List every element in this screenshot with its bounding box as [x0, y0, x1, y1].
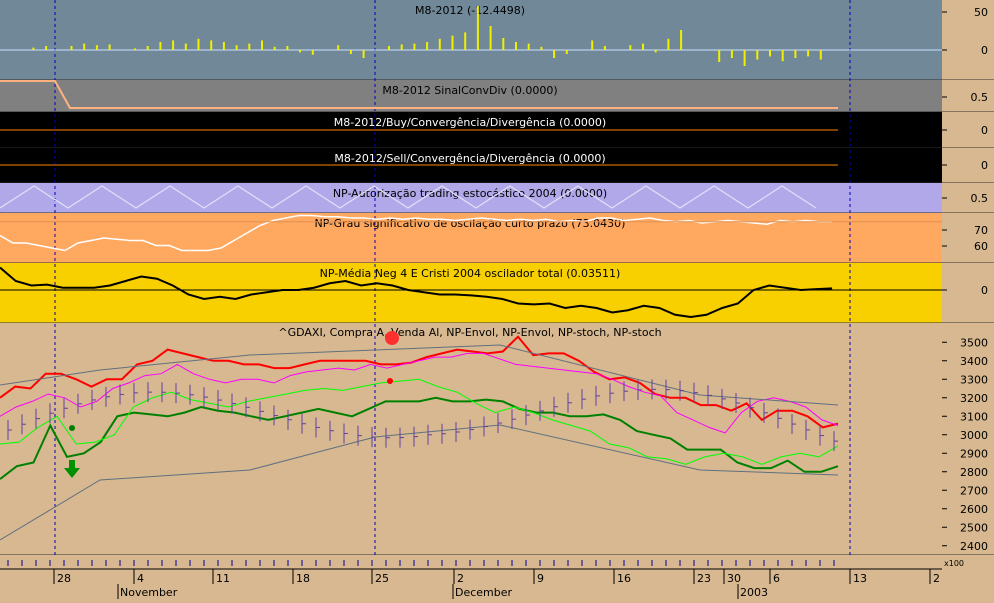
- axis-bg-grau: [942, 213, 994, 263]
- y-tick-label: 3000: [960, 429, 988, 442]
- x-day-label: 28: [57, 572, 71, 585]
- y-tick-label: 50: [974, 6, 988, 19]
- y-tick-label: 2800: [960, 466, 988, 479]
- y-tick-label: 3300: [960, 373, 988, 386]
- scale-note: x100: [944, 559, 964, 568]
- y-tick-label: 2400: [960, 540, 988, 553]
- y-tick-label: 0: [981, 124, 988, 137]
- y-tick-label: 0.5: [971, 91, 989, 104]
- panel-title-sinal: M8-2012 SinalConvDiv (0.0000): [382, 84, 557, 97]
- y-tick-label: 3200: [960, 392, 988, 405]
- x-day-label: 6: [773, 572, 780, 585]
- y-tick-label: 60: [974, 240, 988, 253]
- sell-dot-icon: [387, 378, 393, 384]
- y-tick-label: 2700: [960, 484, 988, 497]
- chart-svg: M8-2012 (-12.4498) M8-2012 SinalConvDiv (…: [0, 0, 994, 599]
- panel-title-media: NP-Média Neg 4 E Cristi 2004 oscilador t…: [320, 267, 621, 280]
- buy-dot-icon: [69, 425, 75, 431]
- x-day-label: 13: [853, 572, 867, 585]
- y-tick-label: 3100: [960, 410, 988, 423]
- y-tick-label: 3400: [960, 355, 988, 368]
- x-day-label: 2: [933, 572, 940, 585]
- panel-title-m8: M8-2012 (-12.4498): [415, 4, 525, 17]
- x-day-label: 18: [296, 572, 310, 585]
- chart-window: M8-2012 (-12.4498) M8-2012 SinalConvDiv (…: [0, 0, 994, 599]
- y-tick-label: 3500: [960, 336, 988, 349]
- y-tick-label: 2500: [960, 521, 988, 534]
- x-day-label: 4: [137, 572, 144, 585]
- x-month-label: 2003: [740, 586, 768, 599]
- x-month-label: December: [455, 586, 513, 599]
- x-day-label: 2: [457, 572, 464, 585]
- sell-marker-icon: [385, 331, 399, 345]
- x-day-label: 25: [375, 572, 389, 585]
- x-month-label: November: [120, 586, 178, 599]
- x-day-label: 11: [216, 572, 230, 585]
- x-day-label: 9: [537, 572, 544, 585]
- y-tick-label: 2900: [960, 447, 988, 460]
- y-tick-label: 2600: [960, 503, 988, 516]
- x-day-label: 30: [727, 572, 741, 585]
- y-tick-label: 0: [981, 159, 988, 172]
- x-day-label: 23: [697, 572, 711, 585]
- y-tick-label: 0.5: [971, 192, 989, 205]
- panel-price: [0, 323, 942, 555]
- y-tick-label: 0: [981, 44, 988, 57]
- y-tick-label: 0: [981, 284, 988, 297]
- panel-title-price: ^GDAXI, Compra A, Venda Al, NP-Envol, NP…: [278, 326, 661, 339]
- x-day-label: 16: [617, 572, 631, 585]
- y-tick-label: 70: [974, 224, 988, 237]
